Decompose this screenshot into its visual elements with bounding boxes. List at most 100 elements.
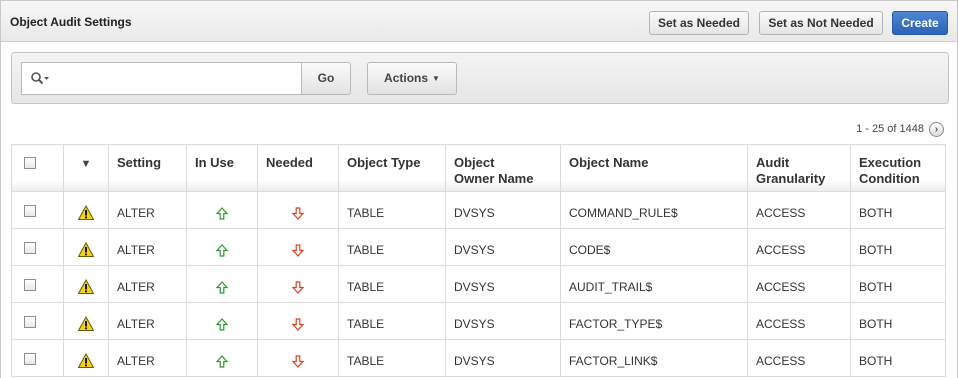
warning-icon (78, 242, 94, 257)
down-arrow-icon (292, 281, 304, 295)
warning-icon (78, 205, 94, 220)
warning-icon (78, 316, 94, 331)
row-in-use (186, 302, 258, 340)
row-object-name: CODE$ (560, 228, 748, 266)
row-select-cell (11, 191, 64, 229)
row-status-cell (63, 265, 109, 303)
pagination-range: 1 - 25 of 1448 (856, 123, 924, 135)
row-object-type: TABLE (338, 302, 446, 340)
row-object-type: TABLE (338, 339, 446, 377)
row-select-cell (11, 302, 64, 340)
pagination: 1 - 25 of 1448 › (824, 122, 944, 138)
col-object-owner-line2: Owner Name (454, 171, 534, 186)
row-in-use (186, 191, 258, 229)
row-execution-condition: BOTH (850, 339, 946, 377)
col-needed[interactable]: Needed (257, 144, 339, 192)
row-setting: ALTER (108, 191, 187, 229)
col-execution-condition-line2: Condition (859, 171, 920, 186)
row-object-type: TABLE (338, 228, 446, 266)
row-object-owner: DVSYS (445, 191, 561, 229)
down-arrow-icon (292, 318, 304, 332)
row-checkbox[interactable] (24, 278, 36, 291)
row-needed (257, 302, 339, 340)
col-audit-granularity[interactable]: Audit Granularity (747, 144, 851, 192)
row-audit-granularity: ACCESS (747, 191, 851, 229)
create-button[interactable]: Create (892, 11, 948, 35)
select-all-header (11, 144, 64, 192)
row-checkbox[interactable] (24, 204, 36, 217)
search-input[interactable] (54, 69, 294, 89)
row-in-use (186, 339, 258, 377)
table-header-row: ▼ Setting In Use Needed Object Type Obje… (11, 144, 946, 192)
row-checkbox[interactable] (24, 241, 36, 254)
col-object-owner-name[interactable]: Object Owner Name (445, 144, 561, 192)
row-needed (257, 228, 339, 266)
row-in-use (186, 228, 258, 266)
table-row: ALTER TABLE DVSYS COMMAND_RULE$ ACCESS B… (11, 191, 946, 229)
row-object-owner: DVSYS (445, 339, 561, 377)
go-button[interactable]: Go (301, 62, 351, 95)
set-as-not-needed-button[interactable]: Set as Not Needed (759, 11, 883, 35)
col-audit-granularity-line2: Granularity (756, 171, 826, 186)
down-arrow-icon (292, 244, 304, 258)
row-select-cell (11, 339, 64, 377)
row-object-type: TABLE (338, 265, 446, 303)
col-execution-condition[interactable]: Execution Condition (850, 144, 946, 192)
search-field[interactable] (21, 62, 302, 95)
col-object-owner-line1: Object (454, 155, 495, 170)
chevron-down-icon: ▼ (432, 74, 440, 83)
region-header: Object Audit Settings Set as Needed Set … (1, 1, 957, 42)
region-title: Object Audit Settings (10, 15, 132, 29)
row-setting: ALTER (108, 339, 187, 377)
row-object-owner: DVSYS (445, 302, 561, 340)
row-object-name: AUDIT_TRAIL$ (560, 265, 748, 303)
row-status-cell (63, 191, 109, 229)
row-setting: ALTER (108, 302, 187, 340)
col-object-type[interactable]: Object Type (338, 144, 446, 192)
row-select-cell (11, 228, 64, 266)
row-execution-condition: BOTH (850, 265, 946, 303)
row-status-cell (63, 228, 109, 266)
row-execution-condition: BOTH (850, 191, 946, 229)
set-as-needed-button[interactable]: Set as Needed (649, 11, 749, 35)
row-audit-granularity: ACCESS (747, 339, 851, 377)
row-setting: ALTER (108, 265, 187, 303)
search-icon[interactable] (30, 71, 50, 87)
col-audit-granularity-line1: Audit (756, 155, 790, 170)
col-setting[interactable]: Setting (108, 144, 187, 192)
next-page-icon[interactable]: › (929, 122, 944, 137)
object-audit-settings-region: Object Audit Settings Set as Needed Set … (0, 0, 958, 378)
row-needed (257, 265, 339, 303)
col-object-name[interactable]: Object Name (560, 144, 748, 192)
select-all-checkbox[interactable] (24, 156, 36, 169)
row-select-cell (11, 265, 64, 303)
table-row: ALTER TABLE DVSYS CODE$ ACCESS BOTH (11, 228, 946, 266)
actions-menu-button[interactable]: Actions ▼ (367, 62, 457, 95)
down-arrow-icon (292, 355, 304, 369)
up-arrow-icon (216, 207, 228, 220)
table-row: ALTER TABLE DVSYS AUDIT_TRAIL$ ACCESS BO… (11, 265, 946, 303)
row-checkbox[interactable] (24, 315, 36, 328)
row-object-owner: DVSYS (445, 265, 561, 303)
table-row: ALTER TABLE DVSYS FACTOR_TYPE$ ACCESS BO… (11, 302, 946, 340)
row-needed (257, 191, 339, 229)
col-in-use[interactable]: In Use (186, 144, 258, 192)
row-object-type: TABLE (338, 191, 446, 229)
row-audit-granularity: ACCESS (747, 265, 851, 303)
warning-icon (78, 279, 94, 294)
up-arrow-icon (216, 244, 228, 257)
status-sort-header[interactable]: ▼ (63, 144, 109, 192)
warning-icon (78, 353, 94, 368)
row-checkbox[interactable] (24, 352, 36, 365)
row-object-name: COMMAND_RULE$ (560, 191, 748, 229)
up-arrow-icon (216, 355, 228, 368)
row-setting: ALTER (108, 228, 187, 266)
row-status-cell (63, 339, 109, 377)
actions-label: Actions (384, 71, 429, 85)
table-row: ALTER TABLE DVSYS FACTOR_LINK$ ACCESS BO… (11, 339, 946, 377)
row-in-use (186, 265, 258, 303)
up-arrow-icon (216, 318, 228, 331)
row-object-name: FACTOR_LINK$ (560, 339, 748, 377)
row-audit-granularity: ACCESS (747, 302, 851, 340)
sort-down-icon[interactable]: ▼ (81, 158, 92, 170)
